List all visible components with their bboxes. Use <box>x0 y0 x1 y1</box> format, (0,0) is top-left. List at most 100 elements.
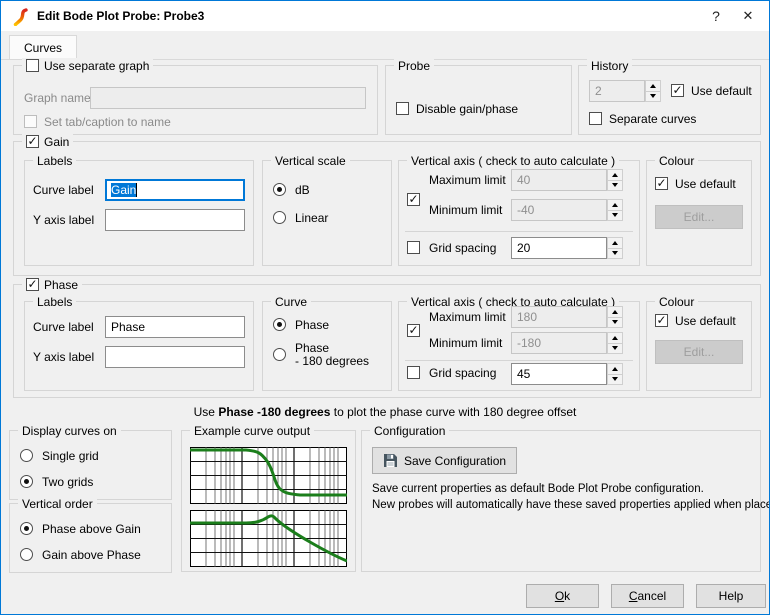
gain-auto-calc-checkbox[interactable]: ✓ <box>407 193 420 206</box>
gain-max-limit-input[interactable] <box>511 169 607 191</box>
spin-down-icon[interactable] <box>607 375 623 386</box>
gain-colour-edit-button[interactable]: Edit... <box>655 205 743 229</box>
phase-minus-180-radio[interactable] <box>273 348 286 361</box>
phase-above-gain-label: Phase above Gain <box>42 522 141 536</box>
set-tab-caption-checkbox[interactable]: ✓ <box>24 115 37 128</box>
spin-up-icon[interactable] <box>645 80 661 92</box>
phase-labels-legend: Labels <box>37 295 72 309</box>
history-group-legend: History <box>591 59 628 73</box>
spin-down-icon[interactable] <box>607 318 623 329</box>
example-curve-legend: Example curve output <box>194 424 310 438</box>
phase-radio[interactable] <box>273 318 286 331</box>
example-gain-plot <box>190 510 347 567</box>
help-icon[interactable]: ? <box>703 5 729 27</box>
history-use-default-checkbox[interactable]: ✓ <box>671 84 684 97</box>
close-icon[interactable]: ✕ <box>735 5 761 27</box>
spin-up-icon[interactable] <box>607 199 623 211</box>
use-separate-graph-label: Use separate graph <box>44 59 149 73</box>
phase-y-axis-input[interactable] <box>105 346 245 368</box>
configuration-legend: Configuration <box>374 424 445 438</box>
spin-up-icon[interactable] <box>607 332 623 344</box>
save-icon <box>383 453 398 468</box>
separate-curves-checkbox[interactable]: ✓ <box>589 112 602 125</box>
graph-name-input[interactable] <box>90 87 366 109</box>
ok-button[interactable]: Ok <box>526 584 599 608</box>
gain-grid-spacing-checkbox[interactable]: ✓ <box>407 241 420 254</box>
selected-text: Gain <box>111 183 136 197</box>
group-gain: ✓ Gain Labels Curve label Gain Y axis la… <box>13 141 761 276</box>
gain-above-phase-radio[interactable] <box>20 548 33 561</box>
phase-offset-note: Use Phase -180 degrees to plot the phase… <box>1 405 769 419</box>
gain-y-axis-input[interactable] <box>105 209 245 231</box>
cancel-button[interactable]: Cancel <box>611 584 684 608</box>
history-count-input[interactable] <box>589 80 645 102</box>
phase-grid-spacing-checkbox[interactable]: ✓ <box>407 366 420 379</box>
disable-gain-phase-checkbox[interactable]: ✓ <box>396 102 409 115</box>
save-configuration-button[interactable]: Save Configuration <box>372 447 517 474</box>
history-spinner <box>645 80 661 102</box>
phase-colour-use-default-label: Use default <box>675 314 736 328</box>
spin-down-icon[interactable] <box>607 181 623 192</box>
spin-up-icon[interactable] <box>607 363 623 375</box>
gain-labels-legend: Labels <box>37 154 72 168</box>
spin-up-icon[interactable] <box>607 237 623 249</box>
gain-min-limit-input[interactable] <box>511 199 607 221</box>
group-phase-labels: Labels Curve label Y axis label <box>24 301 254 391</box>
phase-above-gain-radio[interactable] <box>20 522 33 535</box>
spin-down-icon[interactable] <box>607 211 623 222</box>
window-title: Edit Bode Plot Probe: Probe3 <box>37 9 204 23</box>
phase-minus-180-label: Phase- 180 degrees <box>295 342 369 368</box>
phase-max-limit-input[interactable] <box>511 306 607 328</box>
gain-max-spinner <box>607 169 623 191</box>
separate-curves-label: Separate curves <box>609 112 696 126</box>
vertical-order-legend: Vertical order <box>22 497 93 511</box>
spin-up-icon[interactable] <box>607 169 623 181</box>
phase-colour-edit-button[interactable]: Edit... <box>655 340 743 364</box>
spin-down-icon[interactable] <box>607 249 623 260</box>
gain-colour-use-default-label: Use default <box>675 177 736 191</box>
phase-grid-spacing-label: Grid spacing <box>429 366 496 380</box>
group-phase-colour: Colour ✓ Use default Edit... <box>646 301 752 391</box>
gain-linear-label: Linear <box>295 211 328 225</box>
gain-y-axis-label: Y axis label <box>33 213 94 227</box>
spin-down-icon[interactable] <box>645 92 661 103</box>
phase-group-legend: Phase <box>44 278 78 292</box>
phase-grid-spacing-input[interactable] <box>511 363 607 385</box>
phase-min-spinner <box>607 332 623 354</box>
two-grids-label: Two grids <box>42 475 93 489</box>
config-description-line1: Save current properties as default Bode … <box>372 483 704 495</box>
phase-min-limit-input[interactable] <box>511 332 607 354</box>
gain-vertical-axis-legend: Vertical axis ( check to auto calculate … <box>411 154 615 168</box>
disable-gain-phase-label: Disable gain/phase <box>416 102 518 116</box>
gain-min-limit-label: Minimum limit <box>429 203 502 217</box>
help-button[interactable]: Help <box>696 584 766 608</box>
phase-auto-calc-checkbox[interactable]: ✓ <box>407 324 420 337</box>
group-gain-vertical-scale: Vertical scale dB Linear <box>262 160 392 266</box>
phase-curve-legend: Curve <box>275 295 307 309</box>
text-caret <box>136 183 137 197</box>
gain-grid-spacing-label: Grid spacing <box>429 241 496 255</box>
single-grid-radio[interactable] <box>20 449 33 462</box>
phase-max-limit-label: Maximum limit <box>429 310 506 324</box>
gain-db-radio[interactable] <box>273 183 286 196</box>
gain-colour-use-default-checkbox[interactable]: ✓ <box>655 177 668 190</box>
tab-curves[interactable]: Curves <box>9 35 77 59</box>
phase-curve-label-input[interactable] <box>105 316 245 338</box>
edit-bode-plot-probe-dialog: Edit Bode Plot Probe: Probe3 ? ✕ Curves … <box>0 0 770 615</box>
gain-grid-spacing-input[interactable] <box>511 237 607 259</box>
phase-checkbox[interactable]: ✓ <box>26 278 39 291</box>
group-display-curves-on: Display curves on Single grid Two grids <box>9 430 172 500</box>
spin-up-icon[interactable] <box>607 306 623 318</box>
phase-radio-label: Phase <box>295 318 329 332</box>
group-phase: ✓ Phase Labels Curve label Y axis label … <box>13 284 761 398</box>
spin-down-icon[interactable] <box>607 344 623 355</box>
gain-linear-radio[interactable] <box>273 211 286 224</box>
use-separate-graph-checkbox[interactable]: ✓ <box>26 59 39 72</box>
phase-curve-label: Curve label <box>33 320 94 334</box>
gain-min-spinner <box>607 199 623 221</box>
phase-colour-use-default-checkbox[interactable]: ✓ <box>655 314 668 327</box>
gain-grid-spinner <box>607 237 623 259</box>
gain-curve-label-input[interactable]: Gain <box>105 179 245 201</box>
gain-checkbox[interactable]: ✓ <box>26 135 39 148</box>
two-grids-radio[interactable] <box>20 475 33 488</box>
